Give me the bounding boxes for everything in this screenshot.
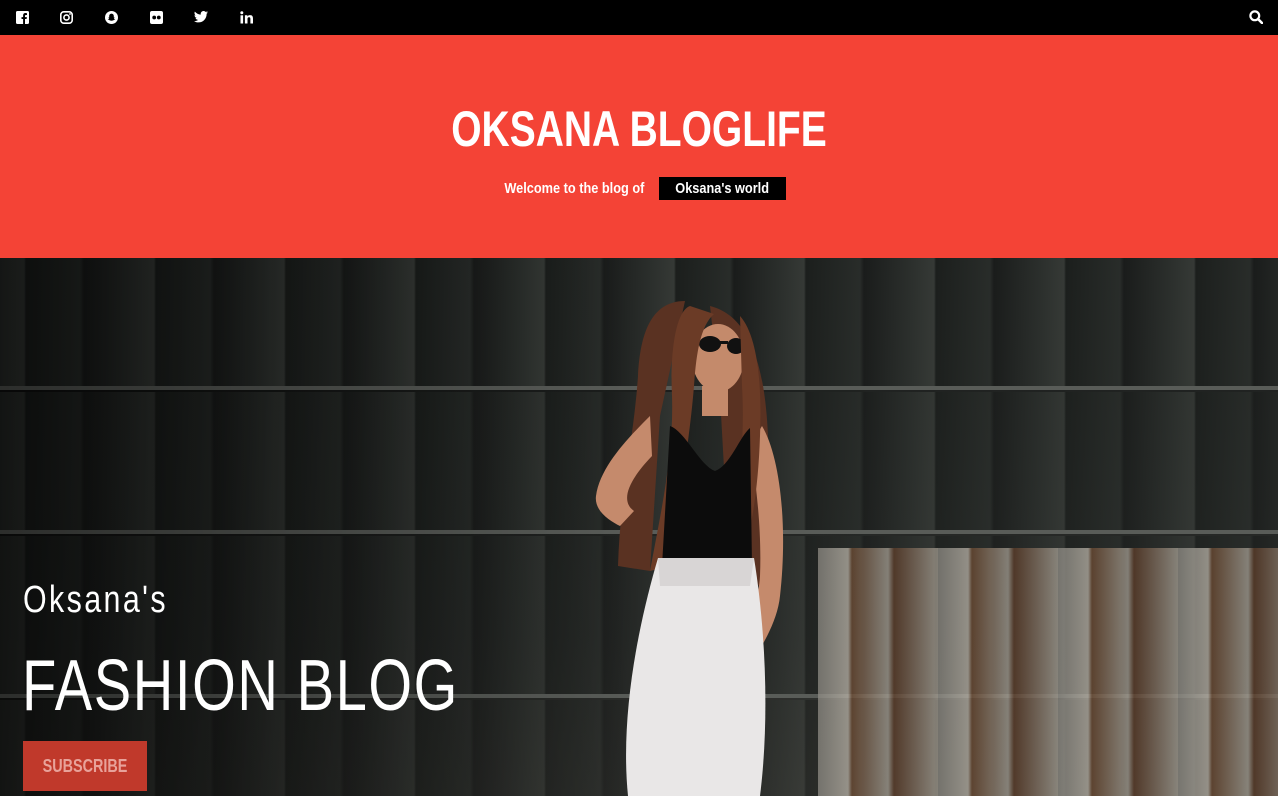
tagline-text: Welcome to the blog of [504, 179, 645, 197]
top-bar [0, 0, 1278, 35]
model-figure [595, 301, 784, 796]
linkedin-icon[interactable] [239, 10, 253, 24]
snapchat-icon[interactable] [104, 10, 118, 24]
tagline-highlight: Oksana's world [659, 176, 786, 200]
site-title[interactable]: OKSANA BLOGLIFE [141, 99, 1138, 159]
facebook-icon[interactable] [15, 10, 29, 24]
rusted-metal-panels [818, 548, 1278, 796]
instagram-icon[interactable] [59, 10, 73, 24]
hero-title: FASHION BLOG [22, 646, 459, 726]
site-header: OKSANA BLOGLIFE Welcome to the blog of O… [0, 35, 1278, 258]
twitter-icon[interactable] [194, 10, 208, 24]
flickr-icon[interactable] [149, 10, 163, 24]
subscribe-button[interactable]: SUBSCRIBE [23, 741, 147, 791]
hero-subtitle: Oksana's [23, 579, 168, 621]
search-icon[interactable] [1249, 10, 1264, 25]
site-tagline: Welcome to the blog of Oksana's world [0, 176, 1278, 200]
